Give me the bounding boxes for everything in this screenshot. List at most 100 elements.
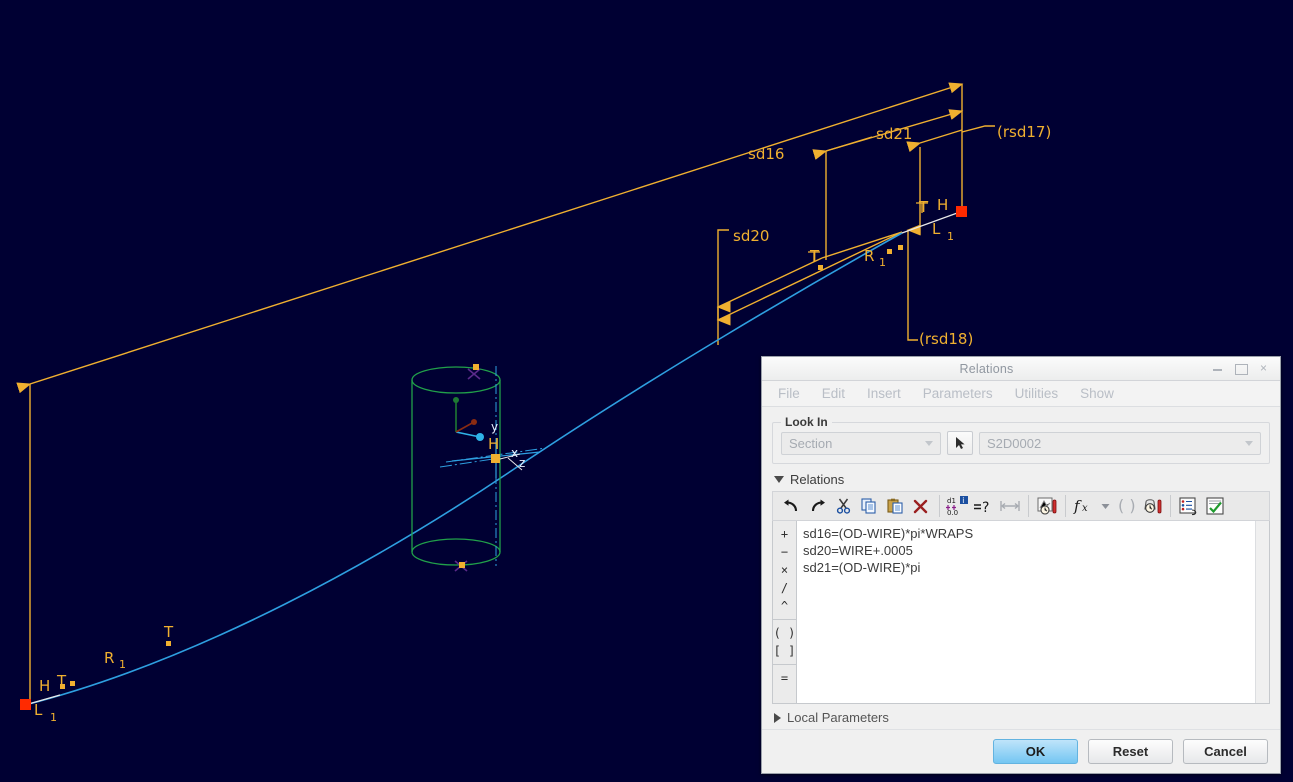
svg-text:x: x: [1082, 503, 1088, 514]
undo-button[interactable]: [778, 494, 804, 518]
dimension-label-sd16[interactable]: sd16: [748, 145, 784, 163]
coordinate-system-triad[interactable]: [453, 397, 484, 441]
relations-section-label: Relations: [790, 472, 845, 487]
constraint-label-4[interactable]: R: [864, 247, 874, 265]
constraint-label-6[interactable]: T: [809, 247, 820, 265]
measure-button[interactable]: [997, 494, 1023, 518]
cut-button[interactable]: [830, 494, 856, 518]
constraint-label-8[interactable]: R: [104, 649, 114, 667]
operator-power[interactable]: ^: [773, 597, 796, 615]
paste-button[interactable]: [882, 494, 908, 518]
dimension-info-icon: d1 0.0 i: [946, 496, 968, 517]
axis-label-x[interactable]: x: [511, 446, 518, 460]
look-in-type-combo[interactable]: Section: [781, 431, 941, 455]
reset-button[interactable]: Reset: [1088, 739, 1173, 764]
menu-insert[interactable]: Insert: [867, 386, 901, 401]
relations-editor[interactable]: + − × / ^ ( ) [ ] = sd16=(OD-WIRE)*pi*WR…: [772, 521, 1270, 704]
redo-button[interactable]: [804, 494, 830, 518]
relations-text-area[interactable]: sd16=(OD-WIRE)*pi*WRAPS sd20=WIRE+.0005 …: [797, 521, 1255, 703]
rail-separator: [773, 664, 796, 665]
look-in-object-combo[interactable]: S2D0002: [979, 431, 1261, 455]
constraint-label-7[interactable]: T: [163, 623, 174, 641]
dialog-title: Relations: [959, 361, 1014, 376]
dimension-rsd17[interactable]: [906, 125, 995, 153]
operator-minus[interactable]: −: [773, 543, 796, 561]
constraint-label-13[interactable]: 1: [50, 711, 57, 724]
dimension-label-sd21[interactable]: sd21: [876, 125, 912, 143]
parameters-list-button[interactable]: [1176, 494, 1202, 518]
parentheses-icon: ( ): [1118, 497, 1136, 515]
constraint-label-11[interactable]: T: [56, 672, 67, 690]
units-icon: [1143, 498, 1161, 513]
function-icon: f x: [1073, 497, 1088, 515]
constraint-label-2[interactable]: 1: [947, 230, 954, 243]
look-in-group: Look In Section S2D0002: [772, 415, 1270, 464]
copy-button[interactable]: [856, 494, 882, 518]
validate-icon: [1205, 496, 1224, 515]
look-in-type-value: Section: [789, 435, 833, 451]
switch-dimensions-button[interactable]: d1 0.0 i: [945, 494, 971, 518]
paste-icon: [886, 498, 903, 514]
menu-show[interactable]: Show: [1080, 386, 1114, 401]
rail-separator: [773, 619, 796, 620]
relations-toolbar[interactable]: d1 0.0 i ? f x (): [772, 491, 1270, 521]
insert-function-button[interactable]: f x: [1071, 494, 1097, 518]
relations-section-header[interactable]: Relations: [772, 470, 1270, 491]
validate-button[interactable]: [1202, 494, 1228, 518]
units-sensitive-button[interactable]: [1034, 494, 1060, 518]
delete-button[interactable]: [908, 494, 934, 518]
dimension-label-rsd17[interactable]: (rsd17): [997, 123, 1051, 141]
axis-label-z[interactable]: z: [519, 456, 525, 470]
endpoint-bottom[interactable]: [20, 699, 31, 710]
maximize-icon[interactable]: [1234, 362, 1248, 375]
operator-rail[interactable]: + − × / ^ ( ) [ ] =: [773, 521, 797, 703]
parentheses-button[interactable]: ( ): [1113, 494, 1139, 518]
look-in-legend: Look In: [785, 415, 828, 429]
dialog-menubar[interactable]: File Edit Insert Parameters Utilities Sh…: [762, 381, 1280, 407]
local-parameters-header[interactable]: Local Parameters: [772, 704, 1270, 729]
minimize-icon[interactable]: [1211, 362, 1224, 375]
operator-plus[interactable]: +: [773, 525, 796, 543]
operator-equals[interactable]: =: [773, 669, 796, 687]
endpoint-top[interactable]: [956, 206, 967, 217]
function-dropdown-icon: [1101, 503, 1109, 509]
constraint-label-3[interactable]: T: [918, 198, 929, 216]
dialog-titlebar[interactable]: Relations ×: [762, 357, 1280, 381]
constraint-label-0[interactable]: H: [937, 196, 948, 214]
chevron-down-icon: [1245, 441, 1253, 446]
function-dropdown-button[interactable]: [1097, 494, 1113, 518]
local-parameters-label: Local Parameters: [787, 710, 889, 725]
constraint-label-12[interactable]: L: [34, 701, 43, 719]
verify-button[interactable]: ?: [971, 494, 997, 518]
application-window: sd16 sd21 (rsd17) sd20 (rsd18) H L 1 T R 1 T T R 1 H T L 1…: [0, 0, 1293, 782]
units-button[interactable]: [1139, 494, 1165, 518]
constraint-label-14[interactable]: H: [488, 435, 499, 453]
constraint-label-1[interactable]: L: [932, 220, 941, 238]
vertical-scrollbar[interactable]: [1255, 521, 1269, 703]
menu-edit[interactable]: Edit: [822, 386, 845, 401]
dimension-rsd18[interactable]: [906, 147, 921, 341]
svg-text:f: f: [1073, 497, 1082, 515]
constraint-label-9[interactable]: 1: [119, 658, 126, 671]
ok-button[interactable]: OK: [993, 739, 1078, 764]
cylinder-surface[interactable]: [411, 366, 501, 566]
menu-utilities[interactable]: Utilities: [1015, 386, 1059, 401]
cancel-button[interactable]: Cancel: [1183, 739, 1268, 764]
operator-parentheses[interactable]: ( ): [773, 624, 796, 642]
relations-dialog[interactable]: Relations × File Edit Insert Parameters …: [761, 356, 1281, 774]
menu-file[interactable]: File: [778, 386, 800, 401]
dimension-label-rsd18[interactable]: (rsd18): [919, 330, 973, 348]
svg-text:d1: d1: [947, 497, 956, 505]
operator-divide[interactable]: /: [773, 579, 796, 597]
menu-parameters[interactable]: Parameters: [923, 386, 993, 401]
constraint-label-5[interactable]: 1: [879, 256, 886, 269]
operator-brackets[interactable]: [ ]: [773, 642, 796, 660]
axis-label-y[interactable]: y: [491, 420, 498, 434]
select-object-button[interactable]: [947, 431, 973, 455]
window-controls: ×: [1211, 362, 1280, 375]
close-icon[interactable]: ×: [1257, 362, 1270, 375]
constraint-label-10[interactable]: H: [39, 677, 50, 695]
parameters-list-icon: [1178, 496, 1196, 515]
dimension-label-sd20[interactable]: sd20: [733, 227, 769, 245]
operator-multiply[interactable]: ×: [773, 561, 796, 579]
